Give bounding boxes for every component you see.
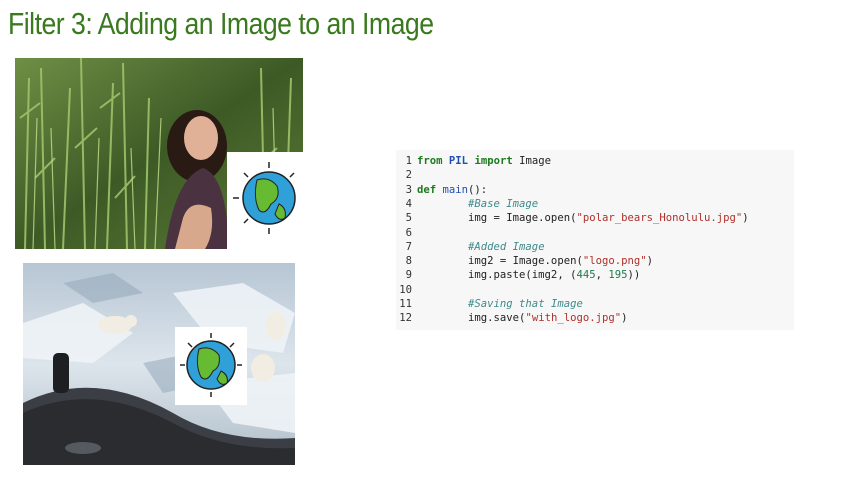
code-line: 3 def main(): — [396, 183, 488, 197]
code-token: def — [417, 183, 437, 196]
code-token: 445 — [576, 269, 596, 282]
code-token: img.paste(img2, ( — [417, 269, 577, 282]
code-token: "polar_bears_Honolulu.jpg" — [576, 212, 743, 225]
code-line: 6 — [396, 226, 417, 240]
code-token: "logo.png" — [582, 255, 647, 268]
line-number: 10 — [399, 283, 412, 296]
code-token: "with_logo.jpg" — [525, 312, 622, 325]
code-token: 195 — [608, 269, 628, 282]
code-token: ) — [742, 212, 749, 225]
code-line: 8 img2 = Image.open("logo.png") — [396, 254, 653, 268]
code-line: 5 img = Image.open("polar_bears_Honolulu… — [396, 211, 749, 225]
slide-title: Filter 3: Adding an Image to an Image — [8, 6, 434, 41]
code-token: , — [595, 269, 609, 282]
code-token: from — [417, 155, 443, 167]
code-token: img.save( — [417, 312, 526, 325]
code-block: 1 from PIL import Image 2 3 def main(): 4 #Ba… — [396, 150, 794, 330]
code-line: 7 #Added Image — [396, 240, 545, 254]
line-number: 8 — [405, 255, 412, 268]
line-number: 1 — [405, 155, 412, 167]
code-token: Image — [512, 155, 551, 167]
code-token: ) — [646, 255, 653, 268]
line-number: 11 — [399, 298, 412, 310]
code-line: 11 #Saving that Image — [396, 297, 583, 311]
code-line: 4 #Base Image — [396, 197, 539, 211]
code-token: #Saving that Image — [468, 298, 583, 310]
code-line: 12 img.save("with_logo.jpg") — [396, 311, 628, 325]
woman-in-plants-photo — [15, 58, 303, 249]
polar-bears-submarine-photo — [23, 263, 295, 465]
code-token: import — [474, 155, 513, 167]
line-number: 7 — [405, 240, 412, 253]
code-line: 10 — [396, 283, 417, 297]
code-token: (): — [468, 183, 488, 196]
code-line: 2 — [396, 168, 417, 182]
line-number: 12 — [399, 312, 412, 325]
code-token: img2 = Image.open( — [417, 255, 583, 268]
code-token: #Added Image — [468, 240, 545, 253]
code-token: #Base Image — [468, 197, 539, 210]
code-token: main — [442, 183, 469, 196]
line-number: 3 — [405, 183, 412, 196]
line-number: 4 — [405, 197, 412, 210]
code-token: ) — [621, 312, 628, 325]
code-token: )) — [627, 269, 641, 282]
code-line: 1 from PIL import Image — [396, 154, 551, 168]
code-token: img = Image.open( — [417, 212, 577, 225]
line-number: 2 — [405, 169, 412, 182]
line-number: 5 — [405, 212, 412, 225]
line-number: 9 — [405, 269, 412, 282]
line-number: 6 — [405, 226, 412, 239]
code-token: PIL — [448, 155, 469, 167]
code-line: 9 img.paste(img2, (445, 195)) — [396, 268, 641, 282]
